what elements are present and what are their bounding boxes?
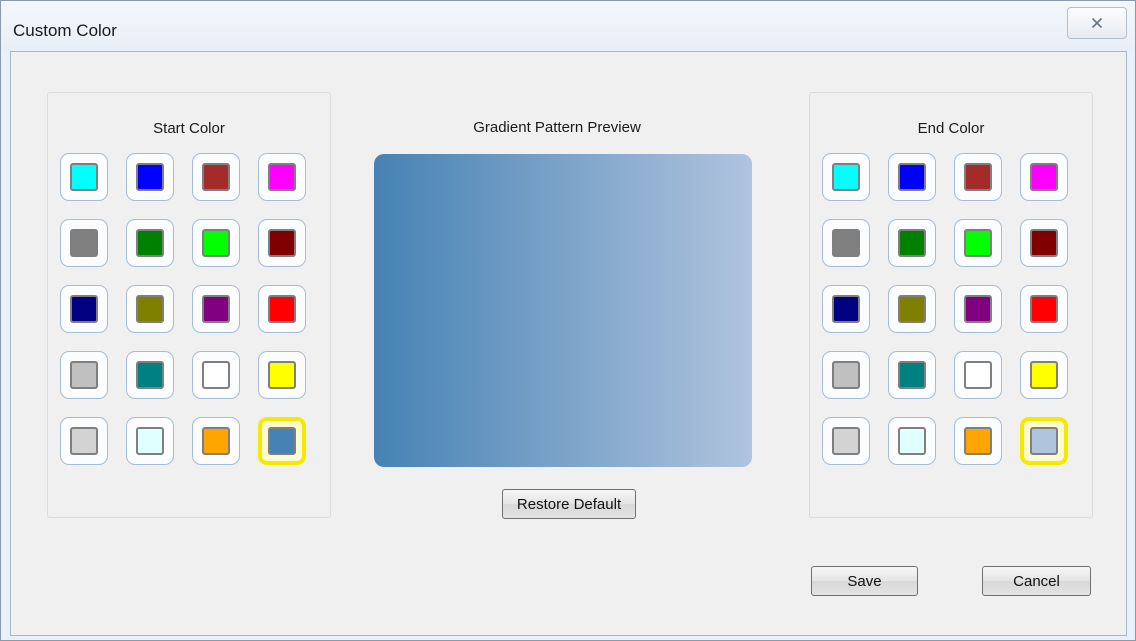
end-color-swatch-6[interactable] bbox=[888, 219, 936, 267]
start-color-swatch-17[interactable] bbox=[60, 417, 108, 465]
end-color-swatch-20[interactable] bbox=[1020, 417, 1068, 465]
start-color-swatch-6[interactable] bbox=[126, 219, 174, 267]
swatch-color-fill bbox=[202, 361, 230, 389]
swatch-color-fill bbox=[70, 361, 98, 389]
swatch-color-fill bbox=[268, 427, 296, 455]
start-color-swatch-10[interactable] bbox=[126, 285, 174, 333]
swatch-color-fill bbox=[964, 163, 992, 191]
swatch-color-fill bbox=[832, 361, 860, 389]
end-color-swatch-8[interactable] bbox=[1020, 219, 1068, 267]
end-color-swatch-5[interactable] bbox=[822, 219, 870, 267]
end-color-swatch-14[interactable] bbox=[888, 351, 936, 399]
end-color-swatch-16[interactable] bbox=[1020, 351, 1068, 399]
gradient-preview bbox=[374, 154, 752, 467]
swatch-color-fill bbox=[964, 361, 992, 389]
swatch-color-fill bbox=[268, 295, 296, 323]
start-color-swatch-7[interactable] bbox=[192, 219, 240, 267]
start-color-swatch-16[interactable] bbox=[258, 351, 306, 399]
end-color-swatch-17[interactable] bbox=[822, 417, 870, 465]
start-color-swatch-18[interactable] bbox=[126, 417, 174, 465]
swatch-color-fill bbox=[1030, 361, 1058, 389]
swatch-color-fill bbox=[136, 229, 164, 257]
swatch-color-fill bbox=[202, 295, 230, 323]
swatch-color-fill bbox=[1030, 427, 1058, 455]
swatch-color-fill bbox=[898, 361, 926, 389]
swatch-color-fill bbox=[70, 163, 98, 191]
start-color-swatch-12[interactable] bbox=[258, 285, 306, 333]
end-color-swatch-15[interactable] bbox=[954, 351, 1002, 399]
swatch-color-fill bbox=[136, 295, 164, 323]
start-color-swatch-1[interactable] bbox=[60, 153, 108, 201]
start-color-swatch-14[interactable] bbox=[126, 351, 174, 399]
swatch-color-fill bbox=[70, 295, 98, 323]
swatch-color-fill bbox=[268, 229, 296, 257]
start-color-swatch-11[interactable] bbox=[192, 285, 240, 333]
swatch-color-fill bbox=[268, 361, 296, 389]
swatch-color-fill bbox=[136, 427, 164, 455]
end-color-swatch-19[interactable] bbox=[954, 417, 1002, 465]
start-color-swatch-5[interactable] bbox=[60, 219, 108, 267]
swatch-color-fill bbox=[832, 427, 860, 455]
swatch-color-fill bbox=[136, 361, 164, 389]
end-color-swatch-9[interactable] bbox=[822, 285, 870, 333]
start-color-swatch-19[interactable] bbox=[192, 417, 240, 465]
start-color-swatches bbox=[60, 153, 306, 465]
preview-label: Gradient Pattern Preview bbox=[473, 119, 641, 136]
swatch-color-fill bbox=[70, 229, 98, 257]
end-color-swatch-18[interactable] bbox=[888, 417, 936, 465]
swatch-color-fill bbox=[832, 229, 860, 257]
end-color-group: End Color bbox=[809, 92, 1093, 518]
dialog-body: Start Color Gradient Pattern Preview Res… bbox=[10, 51, 1127, 636]
swatch-color-fill bbox=[964, 295, 992, 323]
swatch-color-fill bbox=[202, 229, 230, 257]
start-color-swatch-20[interactable] bbox=[258, 417, 306, 465]
end-color-swatch-7[interactable] bbox=[954, 219, 1002, 267]
end-color-swatches bbox=[822, 153, 1068, 465]
end-color-swatch-4[interactable] bbox=[1020, 153, 1068, 201]
window-title: Custom Color bbox=[13, 21, 117, 40]
save-button[interactable]: Save bbox=[811, 566, 918, 596]
start-color-swatch-2[interactable] bbox=[126, 153, 174, 201]
start-color-group: Start Color bbox=[47, 92, 331, 518]
swatch-color-fill bbox=[898, 295, 926, 323]
swatch-color-fill bbox=[898, 229, 926, 257]
end-color-swatch-12[interactable] bbox=[1020, 285, 1068, 333]
end-color-label: End Color bbox=[917, 120, 985, 137]
swatch-color-fill bbox=[832, 163, 860, 191]
swatch-color-fill bbox=[964, 229, 992, 257]
end-color-swatch-13[interactable] bbox=[822, 351, 870, 399]
start-color-swatch-9[interactable] bbox=[60, 285, 108, 333]
swatch-color-fill bbox=[136, 163, 164, 191]
swatch-color-fill bbox=[1030, 229, 1058, 257]
swatch-color-fill bbox=[268, 163, 296, 191]
close-button[interactable] bbox=[1067, 7, 1127, 39]
close-x-icon bbox=[1091, 17, 1103, 29]
swatch-color-fill bbox=[202, 427, 230, 455]
end-color-swatch-1[interactable] bbox=[822, 153, 870, 201]
start-color-swatch-3[interactable] bbox=[192, 153, 240, 201]
restore-default-button[interactable]: Restore Default bbox=[502, 489, 636, 519]
end-color-swatch-2[interactable] bbox=[888, 153, 936, 201]
start-color-swatch-15[interactable] bbox=[192, 351, 240, 399]
end-color-swatch-10[interactable] bbox=[888, 285, 936, 333]
cancel-button[interactable]: Cancel bbox=[982, 566, 1091, 596]
swatch-color-fill bbox=[898, 163, 926, 191]
swatch-color-fill bbox=[832, 295, 860, 323]
end-color-swatch-11[interactable] bbox=[954, 285, 1002, 333]
title-bar: Custom Color bbox=[1, 1, 1135, 51]
end-color-swatch-3[interactable] bbox=[954, 153, 1002, 201]
swatch-color-fill bbox=[898, 427, 926, 455]
custom-color-dialog: Custom Color Start Color Gradient Patter… bbox=[0, 0, 1136, 641]
start-color-swatch-8[interactable] bbox=[258, 219, 306, 267]
start-color-swatch-4[interactable] bbox=[258, 153, 306, 201]
swatch-color-fill bbox=[1030, 163, 1058, 191]
swatch-color-fill bbox=[202, 163, 230, 191]
start-color-label: Start Color bbox=[153, 120, 225, 137]
swatch-color-fill bbox=[964, 427, 992, 455]
swatch-color-fill bbox=[1030, 295, 1058, 323]
swatch-color-fill bbox=[70, 427, 98, 455]
start-color-swatch-13[interactable] bbox=[60, 351, 108, 399]
